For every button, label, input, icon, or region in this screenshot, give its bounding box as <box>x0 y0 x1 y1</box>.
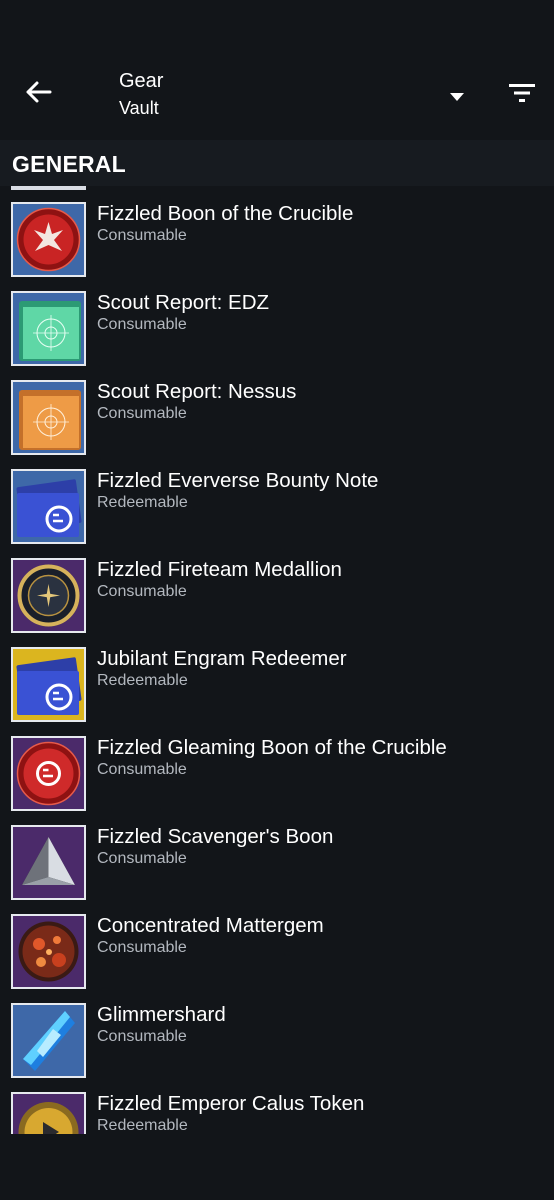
scavenger-boon-icon <box>11 825 86 900</box>
item-name: Fizzled Eververse Bounty Note <box>97 469 379 492</box>
item-name: Concentrated Mattergem <box>97 914 324 937</box>
item-name: Fizzled Scavenger's Boon <box>97 825 334 848</box>
mattergem-icon <box>11 914 86 989</box>
list-item[interactable]: Concentrated Mattergem Consumable <box>0 898 554 989</box>
fireteam-medallion-icon <box>11 558 86 633</box>
item-name: Fizzled Gleaming Boon of the Crucible <box>97 736 447 759</box>
item-name: Scout Report: Nessus <box>97 380 297 403</box>
page-title: Gear Vault <box>119 68 163 122</box>
filter-button[interactable] <box>500 78 544 112</box>
list-item[interactable]: Fizzled Emperor Calus Token Redeemable <box>0 1076 554 1134</box>
section-header: GENERAL <box>0 140 554 186</box>
calus-token-icon <box>11 1092 86 1134</box>
scout-report-orange-icon <box>11 380 86 455</box>
item-type: Consumable <box>97 316 187 333</box>
item-type: Consumable <box>97 583 187 600</box>
character-dropdown-button[interactable] <box>440 82 474 112</box>
item-type: Redeemable <box>97 494 188 511</box>
crucible-boon-icon <box>11 202 86 277</box>
item-type: Redeemable <box>97 672 188 689</box>
caret-down-icon <box>450 88 464 106</box>
item-name: Scout Report: EDZ <box>97 291 270 314</box>
list-item[interactable]: Fizzled Eververse Bounty Note Redeemable <box>0 453 554 544</box>
item-type: Consumable <box>97 761 187 778</box>
status-bar <box>0 0 554 50</box>
engram-redeemer-icon <box>11 647 86 722</box>
scout-report-green-icon <box>11 291 86 366</box>
item-type: Consumable <box>97 405 187 422</box>
section-title: GENERAL <box>12 151 126 177</box>
item-name: Fizzled Fireteam Medallion <box>97 558 342 581</box>
gleaming-boon-icon <box>11 736 86 811</box>
arrow-left-icon <box>24 80 52 109</box>
back-button[interactable] <box>18 76 58 112</box>
item-name: Jubilant Engram Redeemer <box>97 647 347 670</box>
list-item[interactable]: Fizzled Boon of the Crucible Consumable <box>0 186 554 277</box>
filter-icon <box>509 83 535 108</box>
item-name: Fizzled Emperor Calus Token <box>97 1092 365 1115</box>
title-main: Gear <box>119 70 164 92</box>
list-item[interactable]: Jubilant Engram Redeemer Redeemable <box>0 631 554 722</box>
item-type: Consumable <box>97 939 187 956</box>
list-item[interactable]: Fizzled Fireteam Medallion Consumable <box>0 542 554 633</box>
app-header: Gear Vault <box>0 50 554 140</box>
item-name: Fizzled Boon of the Crucible <box>97 202 354 225</box>
item-type: Consumable <box>97 227 187 244</box>
list-item[interactable]: Fizzled Gleaming Boon of the Crucible Co… <box>0 720 554 811</box>
list-item[interactable]: Glimmershard Consumable <box>0 987 554 1078</box>
item-type: Consumable <box>97 850 187 867</box>
list-item[interactable]: Scout Report: Nessus Consumable <box>0 364 554 455</box>
eververse-note-icon <box>11 469 86 544</box>
list-item[interactable]: Fizzled Scavenger's Boon Consumable <box>0 809 554 900</box>
glimmershard-icon <box>11 1003 86 1078</box>
item-name: Glimmershard <box>97 1003 226 1026</box>
item-type: Redeemable <box>97 1117 188 1134</box>
item-list[interactable]: Fizzled Boon of the Crucible Consumable … <box>0 186 554 1134</box>
list-item[interactable]: Scout Report: EDZ Consumable <box>0 275 554 366</box>
title-sub: Vault <box>119 98 159 118</box>
item-type: Consumable <box>97 1028 187 1045</box>
